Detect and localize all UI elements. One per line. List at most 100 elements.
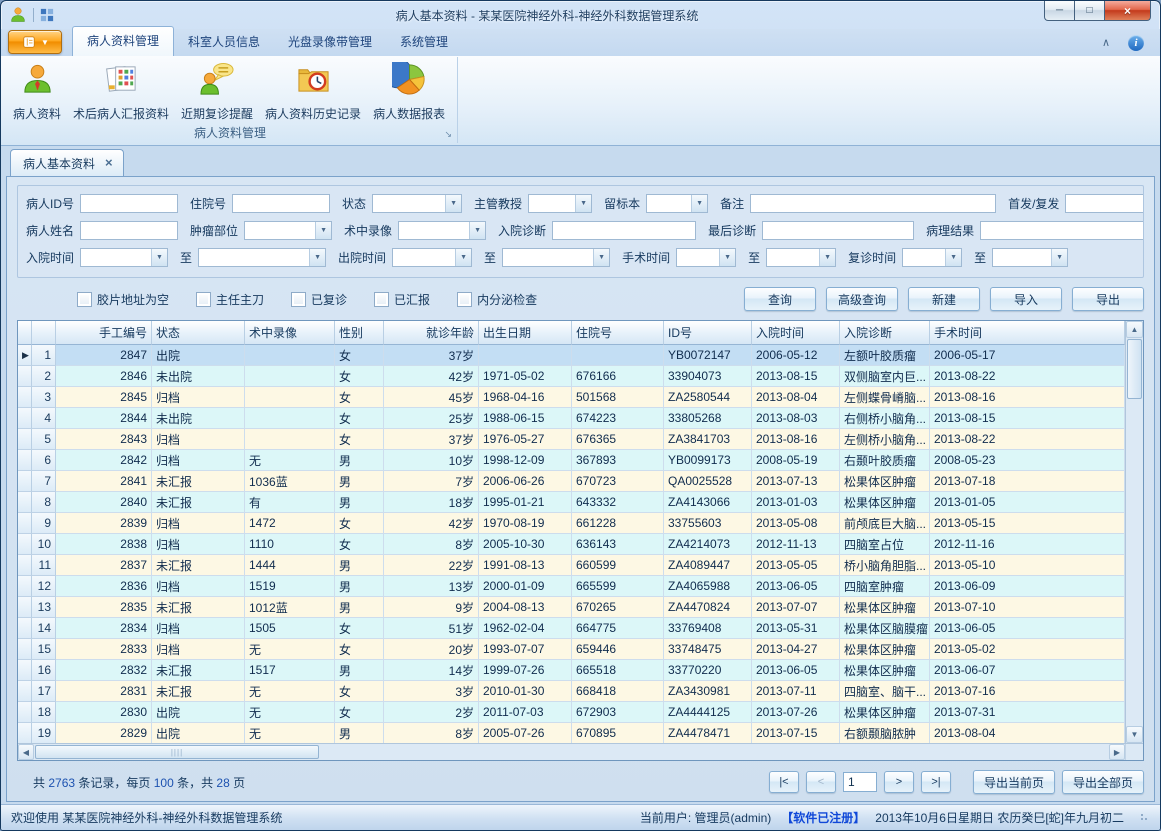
row-number-cell[interactable]: 2	[32, 366, 56, 387]
table-cell[interactable]: 女	[335, 366, 384, 387]
table-cell[interactable]: 2006-05-12	[752, 345, 840, 366]
table-row[interactable]: 192829出院无男8岁2005-07-26670895ZA4478471201…	[18, 723, 1125, 743]
table-cell[interactable]: 2013-08-04	[752, 387, 840, 408]
table-row[interactable]: ▶12847出院女37岁YB00721472006-05-12左额叶胶质瘤200…	[18, 345, 1125, 366]
table-cell[interactable]: 2005-07-26	[479, 723, 572, 743]
next-page-button[interactable]: >	[884, 771, 914, 793]
row-number-cell[interactable]: 3	[32, 387, 56, 408]
table-cell[interactable]: 2847	[56, 345, 152, 366]
table-cell[interactable]	[245, 408, 335, 429]
table-cell[interactable]: 2013-06-07	[930, 660, 1125, 681]
table-cell[interactable]: 归档	[152, 618, 245, 639]
revisit-date-to-combobox[interactable]: ▼	[992, 248, 1068, 267]
table-cell[interactable]: YB0072147	[664, 345, 752, 366]
table-cell[interactable]: 松果体区肿瘤	[840, 702, 930, 723]
table-cell[interactable]: 665518	[572, 660, 664, 681]
table-row[interactable]: 42844未出院女25岁1988-06-15674223338052682013…	[18, 408, 1125, 429]
table-cell[interactable]: 25岁	[384, 408, 479, 429]
table-cell[interactable]: 2013-07-13	[752, 471, 840, 492]
table-cell[interactable]: 2836	[56, 576, 152, 597]
table-cell[interactable]: 1999-07-26	[479, 660, 572, 681]
ribbon-tab-disc-video-management[interactable]: 光盘录像带管理	[274, 28, 386, 56]
page-number-input[interactable]: 1	[843, 772, 877, 792]
checkbox-endocrine-exam[interactable]: 内分泌检查	[457, 291, 537, 308]
table-cell[interactable]: 女	[335, 681, 384, 702]
status-combobox[interactable]: ▼	[372, 194, 462, 213]
table-row[interactable]: 102838归档1110女8岁2005-10-30636143ZA4214073…	[18, 534, 1125, 555]
table-row[interactable]: 22846未出院女42岁1971-05-02676166339040732013…	[18, 366, 1125, 387]
table-cell[interactable]: 未汇报	[152, 597, 245, 618]
column-header[interactable]: 状态	[152, 321, 245, 345]
tab-close-icon[interactable]: ×	[105, 157, 113, 169]
table-cell[interactable]: 女	[335, 534, 384, 555]
new-button[interactable]: 新建	[908, 287, 980, 311]
table-cell[interactable]: 8岁	[384, 534, 479, 555]
table-cell[interactable]: ZA3430981	[664, 681, 752, 702]
row-indicator-cell[interactable]	[18, 681, 32, 702]
table-cell[interactable]: 未汇报	[152, 660, 245, 681]
table-row[interactable]: 182830出院无女2岁2011-07-03672903ZA4444125201…	[18, 702, 1125, 723]
horizontal-scroll-thumb[interactable]: ||||	[35, 745, 319, 759]
table-cell[interactable]: 3岁	[384, 681, 479, 702]
table-cell[interactable]: 松果体区脑膜瘤	[840, 618, 930, 639]
table-row[interactable]: 122836归档1519男13岁2000-01-09665599ZA406598…	[18, 576, 1125, 597]
table-cell[interactable]: 14岁	[384, 660, 479, 681]
table-cell[interactable]: 1110	[245, 534, 335, 555]
table-cell[interactable]: 2008-05-23	[930, 450, 1125, 471]
row-number-cell[interactable]: 11	[32, 555, 56, 576]
table-cell[interactable]: 2013-08-16	[752, 429, 840, 450]
table-cell[interactable]: 双侧脑室内巨...	[840, 366, 930, 387]
row-number-cell[interactable]: 17	[32, 681, 56, 702]
table-cell[interactable]: 1968-04-16	[479, 387, 572, 408]
table-cell[interactable]: 2013-08-04	[930, 723, 1125, 743]
table-row[interactable]: 112837未汇报1444男22岁1991-08-13660599ZA40894…	[18, 555, 1125, 576]
row-indicator-cell[interactable]	[18, 429, 32, 450]
layout-icon[interactable]	[40, 8, 54, 22]
table-cell[interactable]: 2013-05-05	[752, 555, 840, 576]
column-header[interactable]: 手术时间	[930, 321, 1125, 345]
export-all-pages-button[interactable]: 导出全部页	[1062, 770, 1144, 794]
table-cell[interactable]: 1970-08-19	[479, 513, 572, 534]
table-cell[interactable]: 2842	[56, 450, 152, 471]
admission-date-from-combobox[interactable]: ▼	[80, 248, 168, 267]
row-number-cell[interactable]: 9	[32, 513, 56, 534]
table-cell[interactable]: ZA2580544	[664, 387, 752, 408]
row-indicator-cell[interactable]: ▶	[18, 345, 32, 366]
document-tab-patient-basic-data[interactable]: 病人基本资料 ×	[10, 149, 124, 176]
table-cell[interactable]: 女	[335, 513, 384, 534]
table-cell[interactable]: 男	[335, 555, 384, 576]
scroll-up-icon[interactable]: ▲	[1126, 321, 1143, 338]
table-cell[interactable]: 男	[335, 576, 384, 597]
table-cell[interactable]: 2013-07-31	[930, 702, 1125, 723]
row-number-cell[interactable]: 6	[32, 450, 56, 471]
horizontal-scroll-track[interactable]	[320, 744, 1109, 760]
table-cell[interactable]: ZA4065988	[664, 576, 752, 597]
column-header[interactable]: 住院号	[572, 321, 664, 345]
scroll-down-icon[interactable]: ▼	[1126, 726, 1143, 743]
table-cell[interactable]: 2013-07-11	[752, 681, 840, 702]
table-cell[interactable]: 2011-07-03	[479, 702, 572, 723]
table-cell[interactable]: 672903	[572, 702, 664, 723]
row-number-cell[interactable]: 14	[32, 618, 56, 639]
table-cell[interactable]: 42岁	[384, 513, 479, 534]
table-cell[interactable]: 左侧桥小脑角...	[840, 429, 930, 450]
final-diagnosis-input[interactable]	[762, 221, 914, 240]
row-indicator-cell[interactable]	[18, 450, 32, 471]
table-cell[interactable]: 674223	[572, 408, 664, 429]
row-indicator-cell[interactable]	[18, 618, 32, 639]
table-cell[interactable]: 1971-05-02	[479, 366, 572, 387]
maximize-button[interactable]: □	[1075, 1, 1104, 21]
row-number-cell[interactable]: 1	[32, 345, 56, 366]
row-number-cell[interactable]: 18	[32, 702, 56, 723]
row-indicator-cell[interactable]	[18, 471, 32, 492]
revisit-date-from-combobox[interactable]: ▼	[902, 248, 962, 267]
table-cell[interactable]: ZA4478471	[664, 723, 752, 743]
table-cell[interactable]	[245, 429, 335, 450]
chief-professor-combobox[interactable]: ▼	[528, 194, 592, 213]
table-cell[interactable]: 37岁	[384, 345, 479, 366]
table-cell[interactable]: 1962-02-04	[479, 618, 572, 639]
table-cell[interactable]: 636143	[572, 534, 664, 555]
table-cell[interactable]: 1998-12-09	[479, 450, 572, 471]
table-cell[interactable]: ZA4214073	[664, 534, 752, 555]
table-cell[interactable]: 桥小脑角胆脂...	[840, 555, 930, 576]
